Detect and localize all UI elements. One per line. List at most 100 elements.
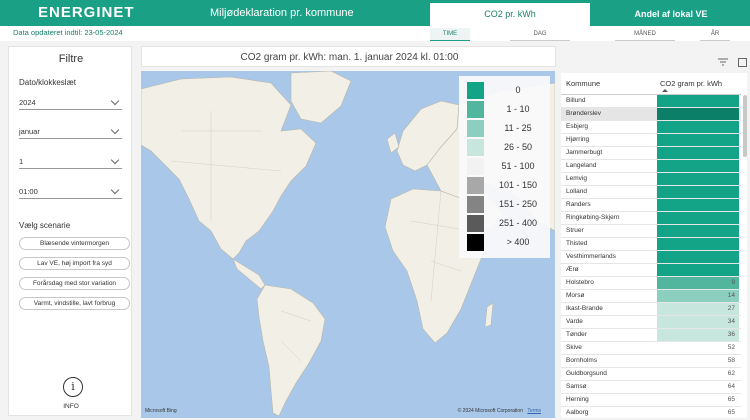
municipality-name: Samsø xyxy=(566,383,587,390)
municipality-name: Esbjerg xyxy=(566,123,589,130)
co2-value-cell xyxy=(657,121,739,133)
municipality-name: Billund xyxy=(566,97,586,104)
table-row[interactable]: Varde 34 xyxy=(561,316,741,329)
hour-dropdown[interactable]: 01:00 xyxy=(19,184,122,199)
co2-value: 62 xyxy=(727,370,735,377)
scenario-low-re-high-import-button[interactable]: Lav VE, høj import fra syd xyxy=(19,257,130,270)
legend-swatch xyxy=(467,82,484,99)
tab-local-ve-share[interactable]: Andel af lokal VE xyxy=(592,3,750,26)
table-row[interactable]: Vesthimmerlands xyxy=(561,251,741,264)
legend-swatch xyxy=(467,196,484,213)
municipality-name: Ringkøbing-Skjern xyxy=(566,214,620,221)
chevron-down-icon xyxy=(110,155,120,165)
legend-label: > 400 xyxy=(506,237,530,247)
table-row[interactable]: Esbjerg xyxy=(561,121,741,134)
table-scrollbar[interactable] xyxy=(743,95,747,157)
month-value: januar xyxy=(19,127,40,136)
legend-item: 51 - 100 xyxy=(467,158,547,175)
co2-value-cell xyxy=(657,95,739,107)
municipality-name: Jammerbugt xyxy=(566,149,603,156)
table-row[interactable]: Bornholms 58 xyxy=(561,355,741,368)
date-time-label: Dato/klokkeslæt xyxy=(19,78,76,87)
map-legend: 0 1 - 10 11 - 25 26 - 50 51 - 100 101 - … xyxy=(459,76,550,258)
table-row[interactable]: Holstebro 9 xyxy=(561,277,741,290)
municipality-name: Aalborg xyxy=(566,409,589,416)
legend-label: 26 - 50 xyxy=(503,142,533,152)
table-row[interactable]: Herning 65 xyxy=(561,394,741,407)
focus-mode-icon[interactable] xyxy=(738,58,747,67)
legend-label: 0 xyxy=(515,85,521,95)
sort-ascending-icon xyxy=(662,89,668,92)
legend-label: 251 - 400 xyxy=(498,218,538,228)
filter-icon[interactable] xyxy=(718,58,728,66)
table-row[interactable]: Lolland xyxy=(561,186,741,199)
legend-swatch xyxy=(467,101,484,118)
terms-link[interactable]: Terms xyxy=(527,408,541,414)
table-row[interactable]: Lemvig xyxy=(561,173,741,186)
table-row[interactable]: Brønderslev xyxy=(561,108,741,121)
table-row[interactable]: Langeland xyxy=(561,160,741,173)
legend-label: 101 - 150 xyxy=(498,180,538,190)
co2-value-cell xyxy=(657,212,739,224)
municipality-name: Morsø xyxy=(566,292,585,299)
co2-value-cell xyxy=(657,147,739,159)
co2-value-cell: 27 xyxy=(657,303,739,315)
co2-value-cell: 34 xyxy=(657,316,739,328)
municipality-name: Tønder xyxy=(566,331,587,338)
chevron-down-icon xyxy=(110,96,120,106)
municipality-name: Bornholms xyxy=(566,357,598,364)
tab-co2-per-kwh[interactable]: CO2 pr. kWh xyxy=(430,3,590,26)
day-dropdown[interactable]: 1 xyxy=(19,154,122,169)
table-row[interactable]: Morsø 14 xyxy=(561,290,741,303)
period-time-button[interactable]: TIME xyxy=(430,28,470,41)
scenario-spring-variation-button[interactable]: Forårsdag med stor variation xyxy=(19,277,130,290)
co2-value: 52 xyxy=(727,344,735,351)
municipality-name: Skive xyxy=(566,344,582,351)
period-month-button[interactable]: MÅNED xyxy=(615,28,675,41)
co2-value: 14 xyxy=(727,292,735,299)
co2-value-cell: 9 xyxy=(657,277,739,289)
period-year-button[interactable]: ÅR xyxy=(700,28,730,41)
table-row[interactable]: Hjørring xyxy=(561,134,741,147)
table-row[interactable]: Ringkøbing-Skjern xyxy=(561,212,741,225)
table-row[interactable]: Ikast-Brande 27 xyxy=(561,303,741,316)
map-title-box: CO2 gram pr. kWh: man. 1. januar 2024 kl… xyxy=(141,46,556,67)
legend-swatch xyxy=(467,215,484,232)
scenario-windy-winter-morning-button[interactable]: Blæsende vintermorgen xyxy=(19,237,130,250)
app-title: Miljødeklaration pr. kommune xyxy=(210,7,354,19)
table-row[interactable]: Tønder 36 xyxy=(561,329,741,342)
updated-label: Data opdateret indtil: xyxy=(13,28,83,37)
table-row[interactable]: Skive 52 xyxy=(561,342,741,355)
scenario-warm-calm-low-demand-button[interactable]: Varmt, vindstille, lavt forbrug xyxy=(19,297,130,310)
municipality-name: Lemvig xyxy=(566,175,587,182)
month-dropdown[interactable]: januar xyxy=(19,124,122,139)
period-day-button[interactable]: DAG xyxy=(510,28,570,41)
municipality-name: Vesthimmerlands xyxy=(566,253,616,260)
table-row[interactable]: Struer xyxy=(561,225,741,238)
table-row[interactable]: Guldborgsund 62 xyxy=(561,368,741,381)
co2-value-cell xyxy=(657,134,739,146)
municipality-name: Herning xyxy=(566,396,589,403)
info-icon[interactable]: i xyxy=(63,377,83,397)
co2-value-cell: 65 xyxy=(657,394,739,406)
municipality-name: Lolland xyxy=(566,188,587,195)
co2-value-cell xyxy=(657,264,739,276)
table-row[interactable]: Ærø xyxy=(561,264,741,277)
year-dropdown[interactable]: 2024 xyxy=(19,95,122,110)
co2-value-cell xyxy=(657,199,739,211)
world-map[interactable]: 0 1 - 10 11 - 25 26 - 50 51 - 100 101 - … xyxy=(141,71,555,418)
table-row[interactable]: Billund xyxy=(561,95,741,108)
co2-value: 58 xyxy=(727,357,735,364)
legend-item: > 400 xyxy=(467,234,547,251)
legend-label: 1 - 10 xyxy=(506,104,530,114)
table-row[interactable]: Samsø 64 xyxy=(561,381,741,394)
co2-value-cell xyxy=(657,108,739,120)
day-value: 1 xyxy=(19,157,24,166)
table-row[interactable]: Randers xyxy=(561,199,741,212)
co2-value-cell: 14 xyxy=(657,290,739,302)
legend-swatch xyxy=(467,139,484,156)
legend-item: 101 - 150 xyxy=(467,177,547,194)
table-row[interactable]: Aalborg 65 xyxy=(561,407,741,418)
table-row[interactable]: Jammerbugt xyxy=(561,147,741,160)
table-row[interactable]: Thisted xyxy=(561,238,741,251)
